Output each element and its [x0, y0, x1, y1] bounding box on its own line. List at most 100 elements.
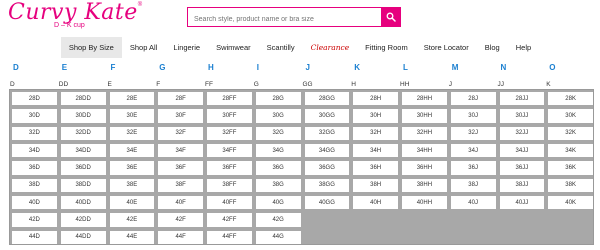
size-cell-28hh[interactable]: 28HH — [402, 92, 447, 106]
size-cell-40f[interactable]: 40F — [158, 196, 203, 210]
size-cell-40e[interactable]: 40E — [109, 196, 155, 210]
size-cell-34ff[interactable]: 34FF — [207, 144, 252, 158]
cup-letter-m[interactable]: M — [452, 63, 459, 72]
size-cell-40dd[interactable]: 40DD — [60, 196, 106, 210]
size-cell-30k[interactable]: 30K — [548, 109, 593, 123]
size-cell-36f[interactable]: 36F — [158, 161, 203, 175]
search-button[interactable] — [381, 7, 401, 27]
size-cell-34f[interactable]: 34F — [158, 144, 203, 158]
size-cell-28h[interactable]: 28H — [353, 92, 398, 106]
size-cell-38h[interactable]: 38H — [353, 178, 398, 192]
size-cell-32jj[interactable]: 32JJ — [499, 126, 545, 140]
size-cell-32dd[interactable]: 32DD — [60, 126, 106, 140]
nav-item-lingerie[interactable]: Lingerie — [165, 37, 208, 58]
size-cell-32hh[interactable]: 32HH — [402, 126, 447, 140]
size-cell-32d[interactable]: 32D — [12, 126, 57, 140]
size-cell-36dd[interactable]: 36DD — [60, 161, 106, 175]
cup-letter-g[interactable]: G — [159, 63, 165, 72]
size-cell-40h[interactable]: 40H — [353, 196, 398, 210]
size-cell-38hh[interactable]: 38HH — [402, 178, 447, 192]
nav-item-swimwear[interactable]: Swimwear — [208, 37, 259, 58]
size-cell-36d[interactable]: 36D — [12, 161, 57, 175]
size-cell-38dd[interactable]: 38DD — [60, 178, 106, 192]
size-cell-34jj[interactable]: 34JJ — [499, 144, 545, 158]
size-cell-34hh[interactable]: 34HH — [402, 144, 447, 158]
size-cell-38g[interactable]: 38G — [255, 178, 301, 192]
size-cell-36gg[interactable]: 36GG — [304, 161, 350, 175]
size-cell-28f[interactable]: 28F — [158, 92, 203, 106]
cup-letter-d[interactable]: D — [13, 63, 19, 72]
size-cell-38d[interactable]: 38D — [12, 178, 57, 192]
size-cell-40gg[interactable]: 40GG — [304, 196, 350, 210]
size-cell-30f[interactable]: 30F — [158, 109, 203, 123]
size-cell-36hh[interactable]: 36HH — [402, 161, 447, 175]
size-cell-38jj[interactable]: 38JJ — [499, 178, 545, 192]
size-cell-28ff[interactable]: 28FF — [207, 92, 252, 106]
size-cell-32gg[interactable]: 32GG — [304, 126, 350, 140]
nav-item-blog[interactable]: Blog — [477, 37, 508, 58]
size-cell-34dd[interactable]: 34DD — [60, 144, 106, 158]
size-cell-34g[interactable]: 34G — [255, 144, 301, 158]
size-cell-28j[interactable]: 28J — [450, 92, 496, 106]
size-cell-30ff[interactable]: 30FF — [207, 109, 252, 123]
size-cell-42e[interactable]: 42E — [109, 213, 155, 227]
size-cell-32e[interactable]: 32E — [109, 126, 155, 140]
cup-letter-l[interactable]: L — [403, 63, 408, 72]
size-cell-30hh[interactable]: 30HH — [402, 109, 447, 123]
size-cell-32f[interactable]: 32F — [158, 126, 203, 140]
nav-item-shop-by-size[interactable]: Shop By Size — [60, 37, 122, 58]
nav-item-shop-all[interactable]: Shop All — [122, 37, 166, 58]
size-cell-40d[interactable]: 40D — [12, 196, 57, 210]
size-cell-28d[interactable]: 28D — [12, 92, 57, 106]
size-cell-34k[interactable]: 34K — [548, 144, 593, 158]
size-cell-30jj[interactable]: 30JJ — [499, 109, 545, 123]
size-cell-36ff[interactable]: 36FF — [207, 161, 252, 175]
size-cell-44ff[interactable]: 44FF — [207, 230, 252, 244]
cup-letter-k[interactable]: K — [354, 63, 360, 72]
size-cell-30h[interactable]: 30H — [353, 109, 398, 123]
size-cell-42dd[interactable]: 42DD — [60, 213, 106, 227]
size-cell-42ff[interactable]: 42FF — [207, 213, 252, 227]
size-cell-32h[interactable]: 32H — [353, 126, 398, 140]
size-cell-34d[interactable]: 34D — [12, 144, 57, 158]
size-cell-36jj[interactable]: 36JJ — [499, 161, 545, 175]
size-cell-28dd[interactable]: 28DD — [60, 92, 106, 106]
cup-letter-f[interactable]: F — [111, 63, 116, 72]
size-cell-28k[interactable]: 28K — [548, 92, 593, 106]
size-cell-40ff[interactable]: 40FF — [207, 196, 252, 210]
size-cell-30g[interactable]: 30G — [255, 109, 301, 123]
size-cell-40k[interactable]: 40K — [548, 196, 593, 210]
nav-item-scantilly[interactable]: Scantilly — [259, 37, 303, 58]
size-cell-38gg[interactable]: 38GG — [304, 178, 350, 192]
size-cell-34h[interactable]: 34H — [353, 144, 398, 158]
size-cell-42f[interactable]: 42F — [158, 213, 203, 227]
size-cell-44d[interactable]: 44D — [12, 230, 57, 244]
cup-letter-h[interactable]: H — [208, 63, 214, 72]
size-cell-28gg[interactable]: 28GG — [304, 92, 350, 106]
size-cell-38e[interactable]: 38E — [109, 178, 155, 192]
size-cell-40g[interactable]: 40G — [255, 196, 301, 210]
size-cell-40jj[interactable]: 40JJ — [499, 196, 545, 210]
size-cell-32g[interactable]: 32G — [255, 126, 301, 140]
size-cell-36k[interactable]: 36K — [548, 161, 593, 175]
size-cell-38k[interactable]: 38K — [548, 178, 593, 192]
size-cell-38j[interactable]: 38J — [450, 178, 496, 192]
size-cell-32k[interactable]: 32K — [548, 126, 593, 140]
size-cell-36g[interactable]: 36G — [255, 161, 301, 175]
cup-letter-e[interactable]: E — [62, 63, 67, 72]
nav-item-clearance[interactable]: Clearance — [303, 37, 358, 58]
size-cell-40j[interactable]: 40J — [450, 196, 496, 210]
brand-logo[interactable]: Curvy Kate® D – K cup — [8, 2, 142, 30]
size-cell-28jj[interactable]: 28JJ — [499, 92, 545, 106]
cup-letter-j[interactable]: J — [306, 63, 310, 72]
cup-letter-o[interactable]: O — [549, 63, 555, 72]
size-cell-34j[interactable]: 34J — [450, 144, 496, 158]
size-cell-30gg[interactable]: 30GG — [304, 109, 350, 123]
size-cell-38ff[interactable]: 38FF — [207, 178, 252, 192]
size-cell-30j[interactable]: 30J — [450, 109, 496, 123]
size-cell-42d[interactable]: 42D — [12, 213, 57, 227]
size-cell-44e[interactable]: 44E — [109, 230, 155, 244]
size-cell-28g[interactable]: 28G — [255, 92, 301, 106]
size-cell-34gg[interactable]: 34GG — [304, 144, 350, 158]
size-cell-32ff[interactable]: 32FF — [207, 126, 252, 140]
